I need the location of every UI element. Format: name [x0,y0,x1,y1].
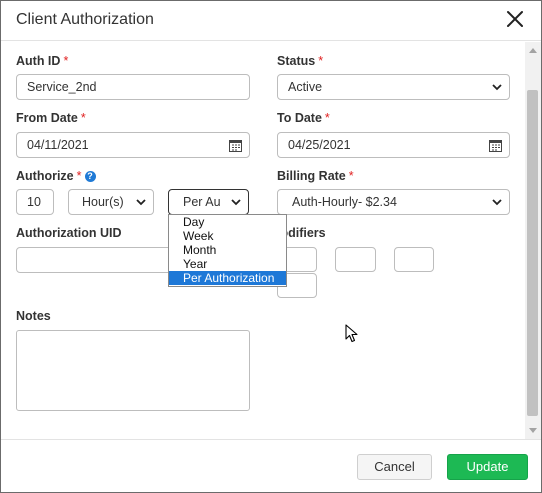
vertical-scrollbar[interactable] [525,42,541,439]
period-dropdown-list: Day Week Month Year Per Authorization [168,214,287,287]
chevron-down-icon [231,199,241,206]
scrollbar-thumb[interactable] [527,90,538,416]
auth-id-label: Auth ID * [16,54,69,68]
authorize-quantity-input[interactable]: 10 [16,189,54,215]
modifier-input-3[interactable] [394,247,434,272]
scroll-up-icon[interactable] [529,48,537,53]
cancel-button[interactable]: Cancel [357,454,432,480]
to-date-label: To Date * [277,111,330,125]
from-date-label: From Date * [16,111,86,125]
authorize-unit-select[interactable]: Hour(s) [68,189,154,215]
auth-id-input[interactable]: Service_2nd [16,74,250,100]
dialog-header: Client Authorization [1,1,541,41]
scroll-down-icon[interactable] [529,428,537,433]
billing-rate-select[interactable]: Auth-Hourly- $2.34 [277,189,510,215]
period-option-month[interactable]: Month [169,243,286,257]
required-marker: * [80,111,86,125]
modifier-input-2[interactable] [335,247,376,272]
client-authorization-dialog: Client Authorization Auth ID * Service_2n… [0,0,542,493]
period-option-per-authorization[interactable]: Per Authorization [169,271,286,285]
chevron-down-icon [136,199,146,206]
notes-label: Notes [16,309,51,323]
authorization-uid-label: Authorization UID [16,226,122,240]
chevron-down-icon [492,84,502,91]
period-option-year[interactable]: Year [169,257,286,271]
from-date-input[interactable]: 04/11/2021 [16,132,250,158]
required-marker: * [63,54,69,68]
authorize-period-select[interactable]: Per Au [168,189,249,215]
to-date-input[interactable]: 04/25/2021 [277,132,510,158]
mouse-cursor-icon [345,324,358,343]
required-marker: * [76,169,82,183]
question-circle-icon[interactable]: ? [84,171,96,182]
required-marker: * [318,54,324,68]
status-label: Status * [277,54,324,68]
close-icon[interactable] [503,7,527,31]
authorize-label: Authorize *? [16,169,96,183]
chevron-down-icon [492,199,502,206]
billing-rate-label: Billing Rate * [277,169,354,183]
required-marker: * [324,111,330,125]
dialog-footer: Cancel Update [1,439,541,492]
update-button[interactable]: Update [447,454,528,480]
calendar-icon[interactable] [229,139,242,152]
required-marker: * [348,169,354,183]
period-option-week[interactable]: Week [169,229,286,243]
period-option-day[interactable]: Day [169,215,286,229]
notes-textarea[interactable] [16,330,250,411]
dialog-title: Client Authorization [16,11,154,28]
status-select[interactable]: Active [277,74,510,100]
calendar-icon[interactable] [489,139,502,152]
